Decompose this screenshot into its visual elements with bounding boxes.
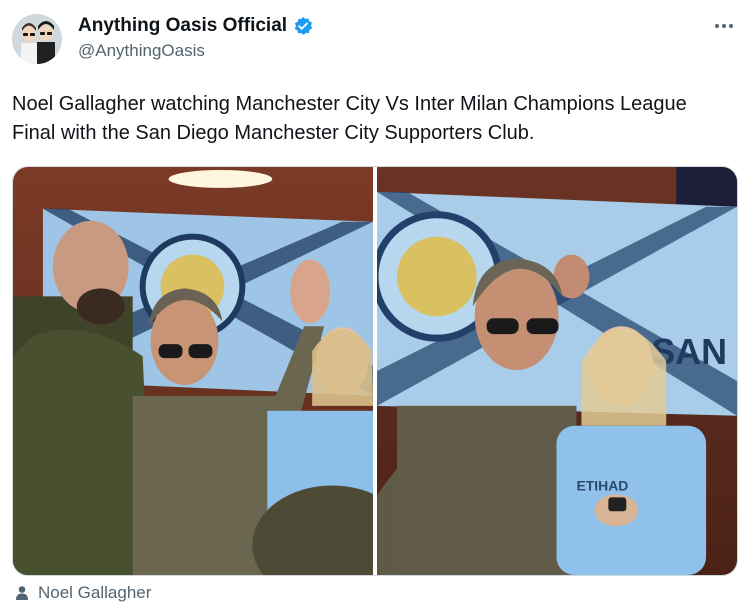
tweet-text: Noel Gallagher watching Manchester City … xyxy=(12,93,687,144)
photo-1[interactable] xyxy=(13,167,373,575)
person-icon xyxy=(16,586,28,600)
avatar-cartoon-icon xyxy=(12,14,62,64)
tagged-name[interactable]: Noel Gallagher xyxy=(38,583,151,603)
shirt-text: ETIHAD xyxy=(576,477,628,493)
photo-2-image: SAN ETIHAD xyxy=(377,167,737,575)
tweet-author[interactable]: Anything Oasis Official @AnythingOasis xyxy=(78,14,313,61)
verified-badge-icon xyxy=(293,16,313,36)
photo-2[interactable]: SAN ETIHAD xyxy=(377,167,737,575)
more-options-button[interactable] xyxy=(712,14,736,38)
photo-1-image xyxy=(13,167,373,575)
media-grid: SAN ETIHAD xyxy=(12,166,738,576)
avatar[interactable] xyxy=(12,14,62,64)
ellipsis-icon xyxy=(715,24,733,28)
tagged-person[interactable]: Noel Gallagher xyxy=(14,583,151,603)
handle[interactable]: @AnythingOasis xyxy=(78,41,313,61)
display-name[interactable]: Anything Oasis Official xyxy=(78,15,287,37)
